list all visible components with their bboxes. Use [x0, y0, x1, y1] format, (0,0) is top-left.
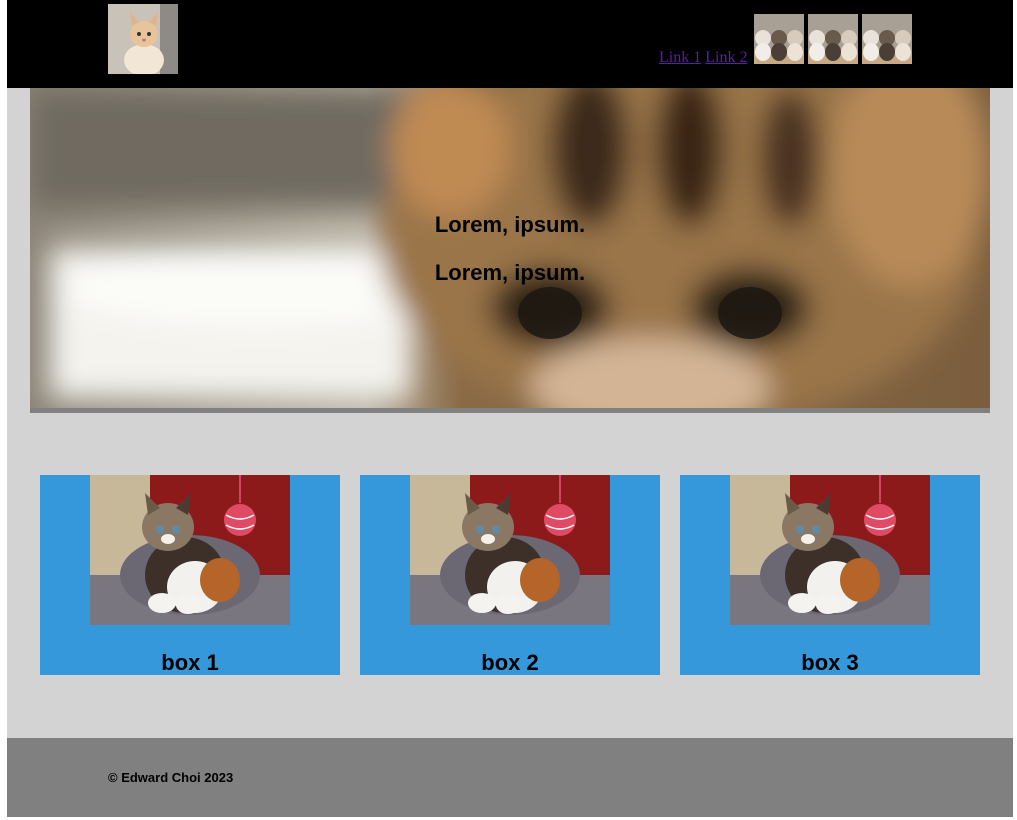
- kitten-with-yarn-icon: [410, 475, 610, 625]
- kitten-with-yarn-icon: [90, 475, 290, 625]
- kittens-thumbnail-icon[interactable]: [808, 14, 858, 64]
- nav-link-2[interactable]: Link 2: [705, 49, 747, 66]
- nav-links: Link 1 Link 2: [659, 49, 747, 67]
- box-label: box 2: [481, 650, 539, 675]
- box-card-2[interactable]: box 2: [360, 475, 660, 675]
- kitten-with-yarn-icon: [730, 475, 930, 625]
- kittens-thumbnail-icon[interactable]: [754, 14, 804, 64]
- hero-divider: [30, 408, 990, 413]
- copyright-text: © Edward Choi 2023: [108, 770, 234, 785]
- footer: © Edward Choi 2023: [7, 738, 1013, 817]
- hero-heading-2: Lorem, ipsum.: [434, 260, 586, 285]
- box-label: box 1: [161, 650, 219, 675]
- page: Link 1 Link 2 Lorem, ipsum. Lorem, ipsum…: [7, 0, 1013, 817]
- hero-heading-1: Lorem, ipsum.: [434, 212, 586, 237]
- nav-link-1[interactable]: Link 1: [659, 49, 701, 66]
- thumbnail-strip: [754, 14, 912, 64]
- header: Link 1 Link 2: [7, 0, 1013, 88]
- kittens-thumbnail-icon[interactable]: [862, 14, 912, 64]
- box-card-1[interactable]: box 1: [40, 475, 340, 675]
- box-card-3[interactable]: box 3: [680, 475, 980, 675]
- kitten-logo-icon[interactable]: [108, 4, 178, 74]
- hero-banner: Lorem, ipsum. Lorem, ipsum.: [30, 88, 990, 408]
- box-label: box 3: [801, 650, 859, 675]
- kitten-closeup-icon: [30, 88, 990, 408]
